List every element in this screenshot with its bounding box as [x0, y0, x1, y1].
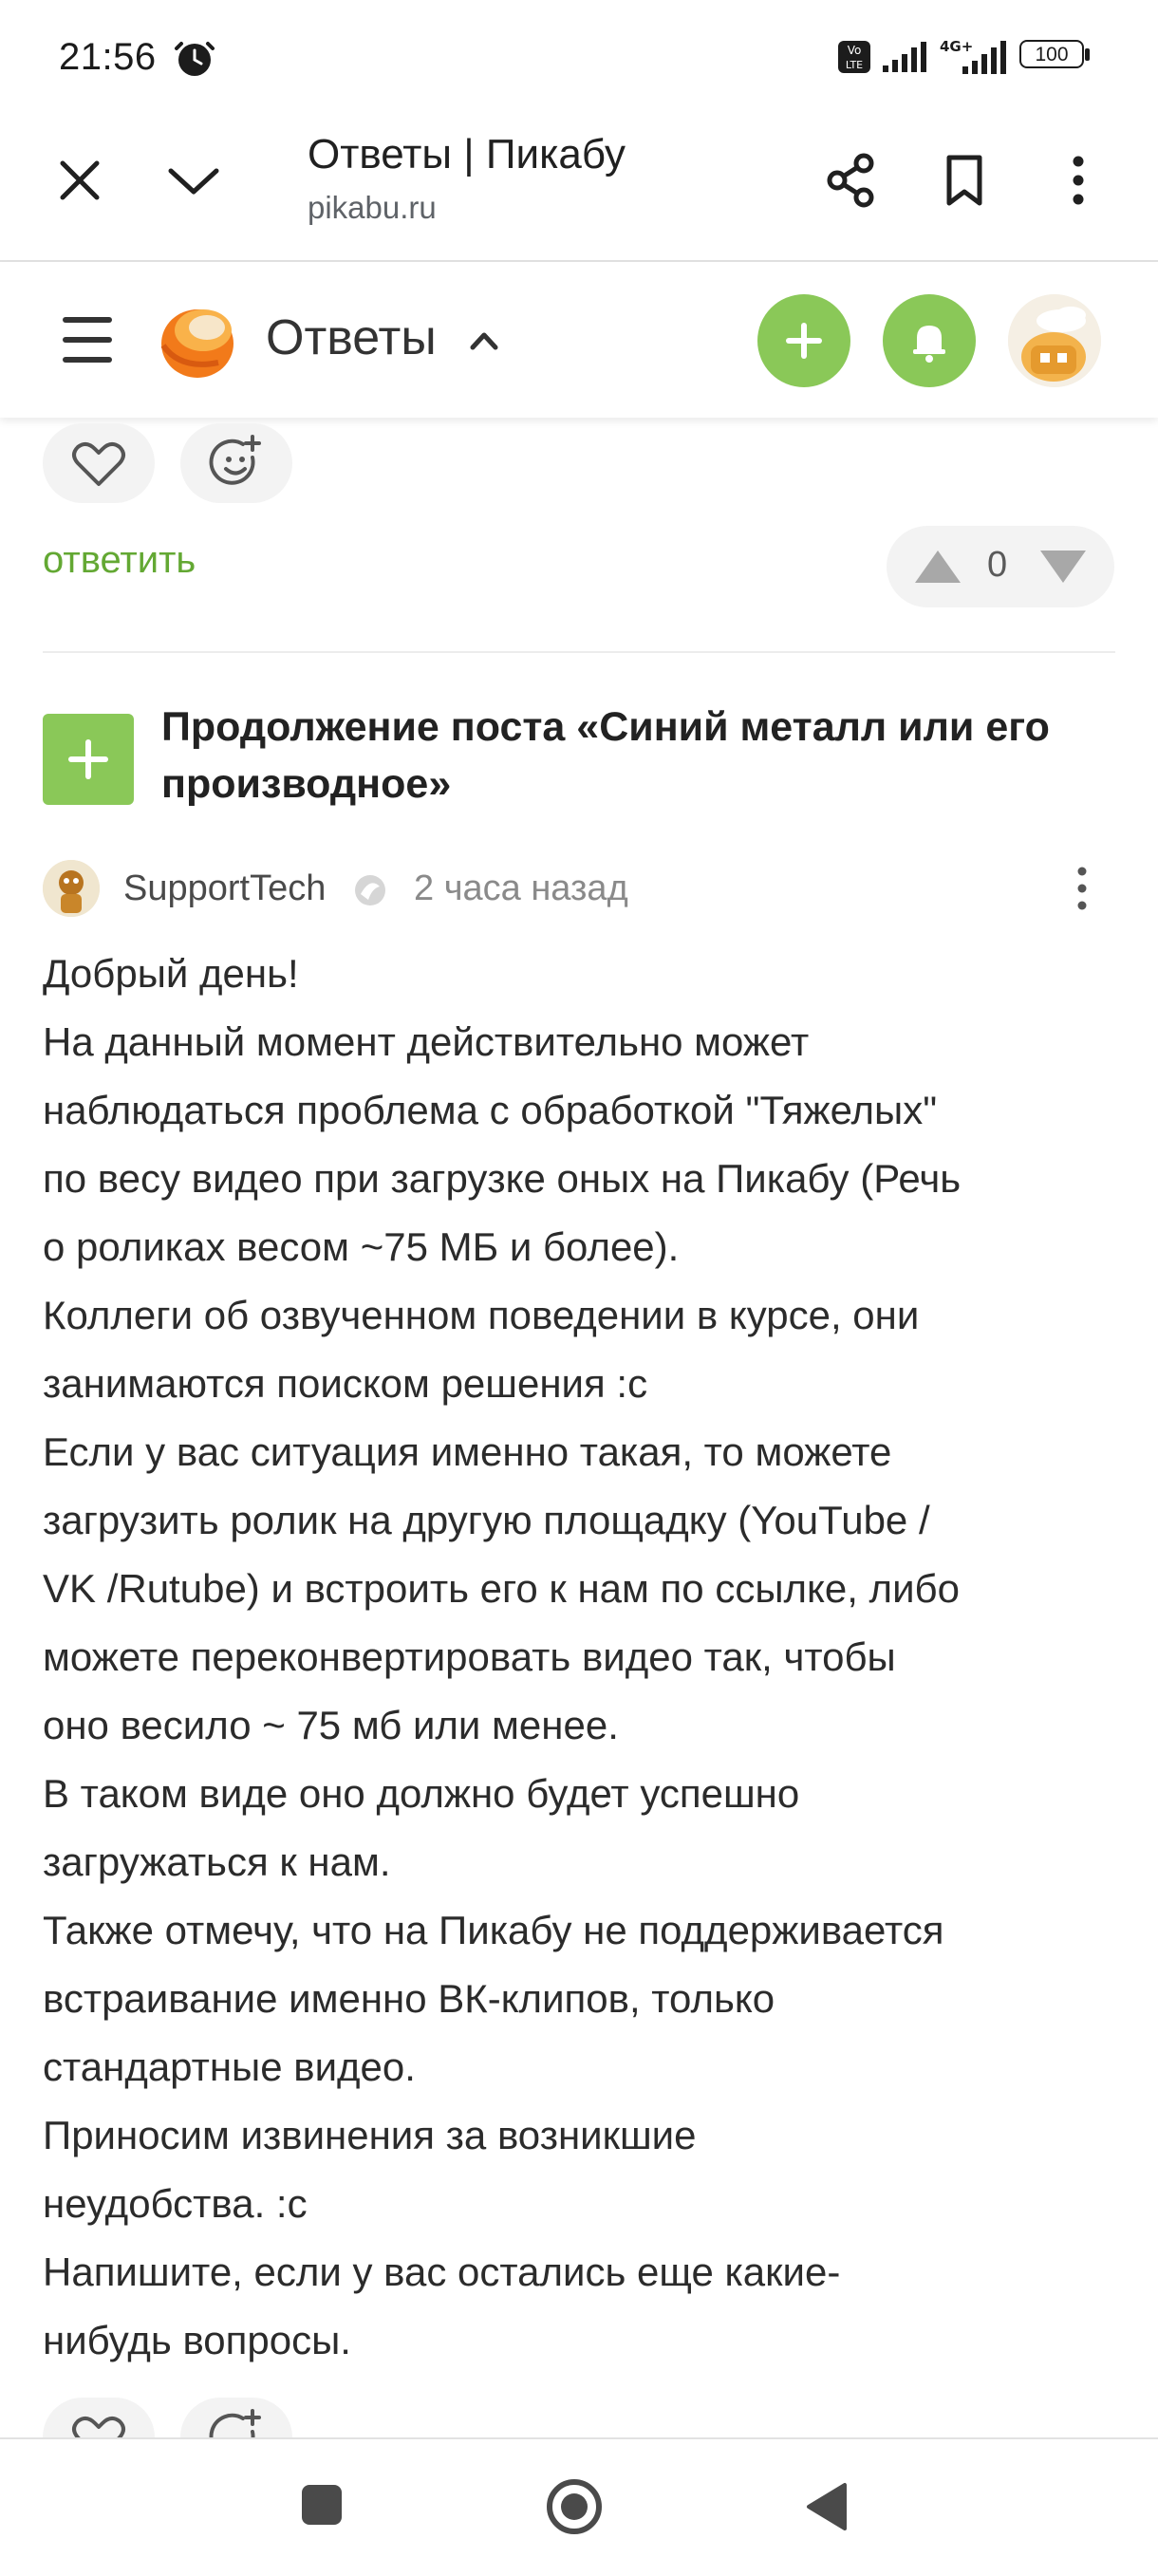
- continuation-title-line: Продолжение поста «Синий металл или его: [161, 704, 1050, 750]
- back-triangle-icon[interactable]: [803, 2481, 850, 2532]
- signal-icon: [881, 40, 930, 74]
- alarm-icon: [173, 36, 216, 80]
- comment-line: Также отмечу, что на Пикабу не поддержив…: [43, 1908, 944, 1952]
- add-reaction-button[interactable]: [180, 423, 292, 503]
- comment-line: Если у вас ситуация именно такая, то мож…: [43, 1429, 892, 1474]
- menu-icon[interactable]: [59, 311, 116, 368]
- user-avatar[interactable]: [43, 860, 100, 917]
- continuation-title-line: производное»: [161, 761, 452, 807]
- arrow-up-icon: [915, 551, 961, 583]
- comment-line: занимаются поиском решения :с: [43, 1361, 648, 1406]
- battery-icon: 100: [1019, 40, 1092, 72]
- bookmark-icon[interactable]: [934, 150, 995, 211]
- comment-line: можете переконвертировать видео так, что…: [43, 1634, 896, 1679]
- comment-line: Коллеги об озвученном поведении в курсе,…: [43, 1293, 920, 1337]
- comment-line: Приносим извинения за возникшие: [43, 2113, 697, 2157]
- chevron-down-icon[interactable]: [163, 154, 224, 207]
- comment-more-icon[interactable]: [1073, 862, 1092, 915]
- comment-line: стандартные видео.: [43, 2044, 416, 2089]
- battery-level: 100: [1035, 44, 1069, 65]
- badge-icon: [351, 871, 389, 909]
- browser-url: pikabu.ru: [308, 190, 437, 225]
- comment-line: неудобства. :с: [43, 2181, 308, 2226]
- upvote-button[interactable]: [909, 543, 966, 590]
- reply-link[interactable]: ответить: [43, 539, 196, 582]
- signal-4g-icon: 4G+: [940, 38, 1012, 76]
- notifications-button[interactable]: [883, 294, 976, 387]
- browser-page-title: Ответы | Пикабу: [308, 131, 626, 177]
- arrow-down-icon: [1040, 551, 1086, 583]
- avatar[interactable]: [1008, 294, 1101, 387]
- more-vertical-icon[interactable]: [1048, 150, 1109, 211]
- continuation-add-button[interactable]: [43, 714, 134, 805]
- comment-line: Добрый день!: [43, 951, 299, 996]
- comment-time: 2 часа назад: [414, 868, 628, 908]
- chevron-up-icon[interactable]: [465, 323, 503, 357]
- recents-square-icon[interactable]: [300, 2483, 344, 2527]
- share-icon[interactable]: [820, 150, 881, 211]
- home-circle-icon[interactable]: [545, 2477, 604, 2536]
- status-time: 21:56: [59, 36, 157, 78]
- comment-line: В таком виде оно должно будет успешно: [43, 1771, 800, 1816]
- close-icon[interactable]: [53, 154, 106, 207]
- svg-text:4G+: 4G+: [940, 38, 973, 55]
- comment-line: о роликах весом ~75 МБ и более).: [43, 1224, 680, 1269]
- comment-line: оно весило ~ 75 мб или менее.: [43, 1703, 619, 1747]
- plus-icon: [786, 323, 822, 359]
- comment-author[interactable]: SupportTech: [123, 868, 326, 909]
- continuation-title[interactable]: Продолжение поста «Синий металл или его …: [161, 699, 1120, 812]
- comment-line: VK /Rutube) и встроить его к нам по ссыл…: [43, 1566, 960, 1611]
- plus-icon: [68, 739, 108, 779]
- comment-line: по весу видео при загрузке оных на Пикаб…: [43, 1156, 962, 1201]
- bell-icon: [913, 326, 945, 363]
- comment-line: загрузить ролик на другую площадку (YouT…: [43, 1498, 930, 1542]
- comment-line: Напишите, если у вас остались еще какие-: [43, 2249, 841, 2294]
- volte-icon: Vo LTE: [837, 40, 871, 74]
- heart-icon: [72, 442, 125, 486]
- comment-line: загружаться к нам.: [43, 1839, 391, 1884]
- section-title[interactable]: Ответы: [266, 309, 437, 366]
- comment-line: На данный момент действительно может: [43, 1019, 810, 1064]
- comment-line: наблюдаться проблема с обработкой "Тяжел…: [43, 1088, 938, 1132]
- smile-plus-icon: [209, 435, 261, 485]
- comment-body: Добрый день! На данный момент действител…: [43, 940, 1125, 2375]
- svg-text:LTE: LTE: [846, 59, 863, 71]
- svg-text:Vo: Vo: [848, 44, 862, 57]
- downvote-button[interactable]: [1035, 543, 1092, 590]
- pikabu-logo[interactable]: [152, 296, 239, 382]
- like-button[interactable]: [43, 423, 155, 503]
- rating-value: 0: [987, 545, 1008, 585]
- comment-line: встраивание именно ВК-клипов, только: [43, 1976, 775, 2021]
- divider: [43, 651, 1115, 653]
- create-post-button[interactable]: [757, 294, 850, 387]
- comment-line: нибудь вопросы.: [43, 2318, 351, 2362]
